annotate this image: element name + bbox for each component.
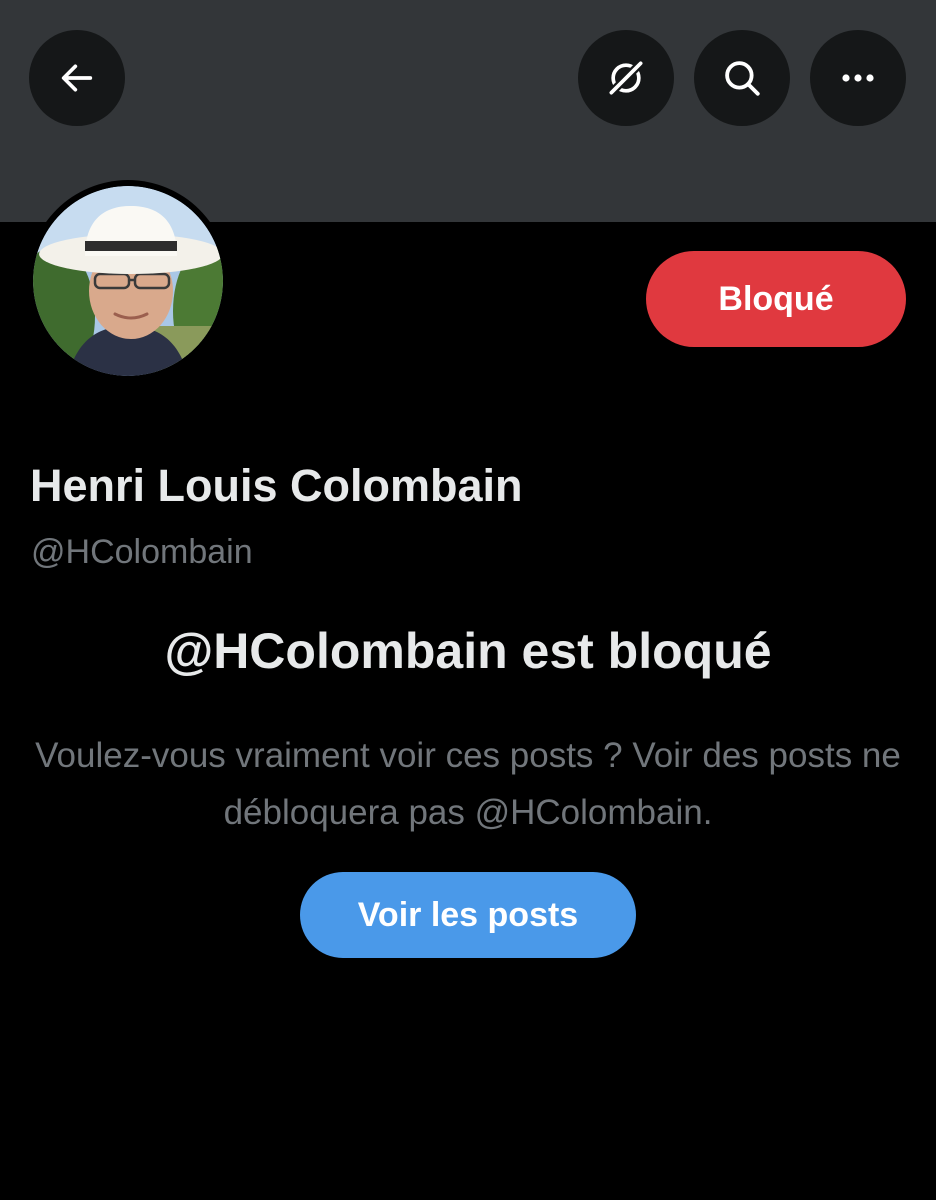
profile-handle: @HColombain — [31, 533, 253, 571]
more-horizontal-icon — [838, 72, 878, 84]
blocked-notice-description: Voulez-vous vraiment voir ces posts ? Vo… — [35, 736, 901, 832]
search-button[interactable] — [694, 30, 790, 126]
blocked-button[interactable]: Bloqué — [646, 251, 906, 347]
profile-display-name: Henri Louis Colombain — [30, 460, 523, 511]
avatar-photo — [33, 186, 223, 376]
more-options-button[interactable] — [810, 30, 906, 126]
search-icon — [721, 57, 763, 99]
back-button[interactable] — [29, 30, 125, 126]
blocked-notice-title: @HColombain est bloqué — [164, 623, 772, 679]
grok-button[interactable] — [578, 30, 674, 126]
grok-icon — [604, 56, 648, 100]
view-posts-button[interactable]: Voir les posts — [300, 872, 636, 958]
avatar[interactable] — [27, 180, 229, 382]
arrow-left-icon — [57, 58, 97, 98]
